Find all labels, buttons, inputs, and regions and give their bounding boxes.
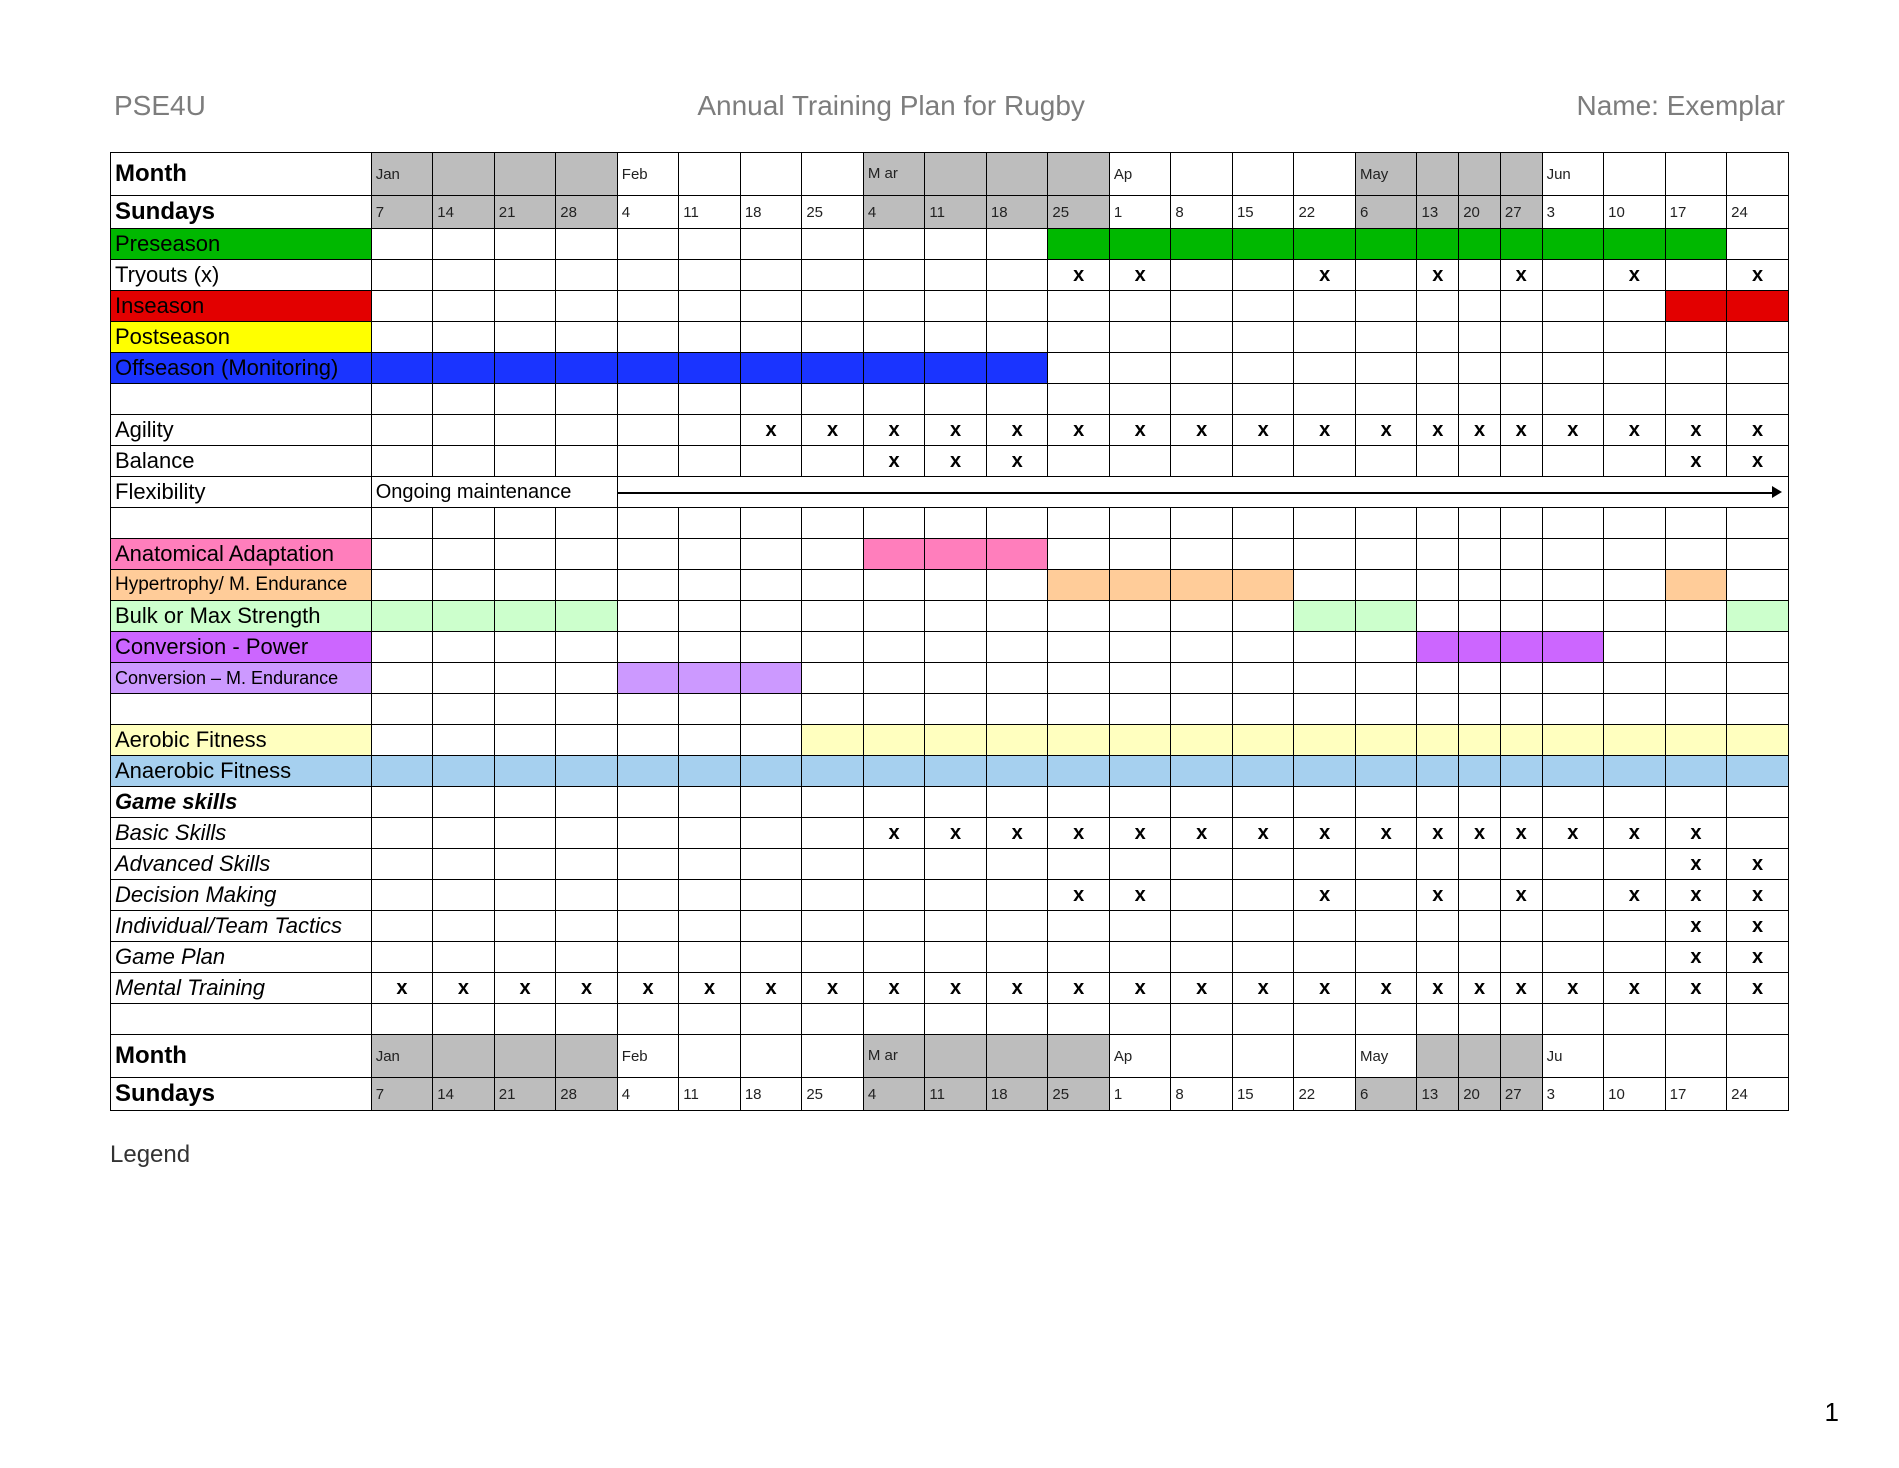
arrow-icon — [617, 477, 1788, 508]
header-name: Name: Exemplar — [1576, 90, 1785, 122]
header-title: Annual Training Plan for Rugby — [697, 90, 1085, 122]
legend-label: Legend — [110, 1141, 1789, 1169]
training-table: MonthJanFebM arApMayJunSundays7142128411… — [110, 152, 1789, 1111]
page-number: 1 — [1825, 1397, 1839, 1428]
header-code: PSE4U — [114, 90, 206, 122]
